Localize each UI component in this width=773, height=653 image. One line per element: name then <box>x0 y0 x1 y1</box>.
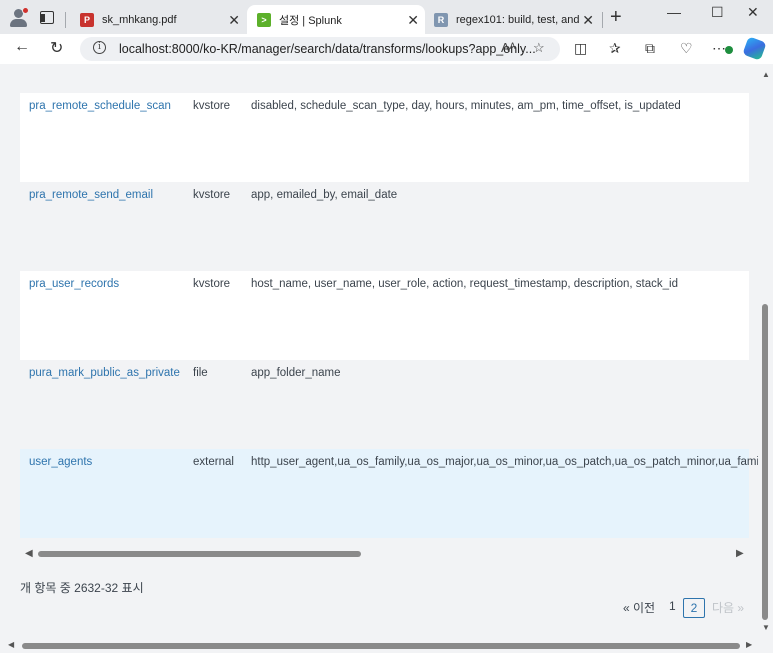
tab-pdf[interactable]: P sk_mhkang.pdf ✕ <box>72 5 246 34</box>
new-tab-button[interactable]: + <box>610 6 622 29</box>
lookup-fields: app_folder_name <box>251 367 341 379</box>
scroll-up-icon[interactable]: ▲ <box>762 70 770 79</box>
browser-tab-strip: P sk_mhkang.pdf ✕ > 설정 | Splunk ✕ R rege… <box>0 0 773 34</box>
tab-title: sk_mhkang.pdf <box>102 13 177 26</box>
tab-actions-icon[interactable] <box>40 11 54 24</box>
update-badge-icon <box>725 46 733 54</box>
lookup-fields: app, emailed_by, email_date <box>251 189 398 201</box>
close-icon[interactable]: ✕ <box>407 12 419 29</box>
close-icon[interactable]: ✕ <box>582 12 594 29</box>
tab-title: 설정 | Splunk <box>279 14 342 27</box>
splunk-icon: > <box>257 12 271 27</box>
prev-page-link[interactable]: « 이전 <box>623 599 655 616</box>
read-aloud-icon[interactable]: Aᴬ <box>501 40 516 55</box>
table-row: pra_remote_schedule_scan kvstore disable… <box>20 93 749 182</box>
regex-icon: R <box>434 12 448 27</box>
lookup-type: external <box>193 456 234 468</box>
scroll-left-icon[interactable]: ◀ <box>25 548 33 559</box>
lookup-fields: host_name, user_name, user_role, action,… <box>251 278 678 290</box>
pdf-icon: P <box>80 12 94 27</box>
copilot-icon[interactable] <box>742 36 767 61</box>
lookup-type: kvstore <box>193 189 231 201</box>
more-options-icon[interactable]: ⋯ <box>712 40 726 57</box>
tab-separator <box>602 12 603 28</box>
lookup-name-link[interactable]: pura_mark_public_as_private <box>29 367 180 379</box>
collections-icon[interactable]: ⧉ <box>645 40 655 57</box>
back-icon[interactable]: ← <box>14 38 30 56</box>
table-row: pura_mark_public_as_private file app_fol… <box>20 360 749 449</box>
url-text[interactable]: localhost:8000/ko-KR/manager/search/data… <box>119 42 536 56</box>
tab-regex101[interactable]: R regex101: build, test, and deb ✕ <box>426 5 600 34</box>
page-2-current[interactable]: 2 <box>683 598 705 618</box>
scroll-right-icon[interactable]: ▶ <box>736 548 744 559</box>
splunk-lookups-page: pra_remote_schedule_scan kvstore disable… <box>0 64 758 638</box>
table-row: pra_user_records kvstore host_name, user… <box>20 271 749 360</box>
page-vertical-scrollbar[interactable]: ▲ ▼ <box>758 64 773 638</box>
lookup-name-link[interactable]: pra_remote_send_email <box>29 189 153 201</box>
lookup-type: kvstore <box>193 100 231 112</box>
next-page-link: 다음 » <box>712 601 745 615</box>
close-window-button[interactable]: ✕ <box>747 4 759 21</box>
scrollbar-thumb[interactable] <box>22 643 740 649</box>
lookups-table: pra_remote_schedule_scan kvstore disable… <box>20 93 758 538</box>
info-icon[interactable]: i <box>93 41 106 54</box>
results-summary: 개 항목 중 2632-32 표시 <box>20 581 144 595</box>
address-bar[interactable]: i localhost:8000/ko-KR/manager/search/da… <box>80 37 560 61</box>
minimize-button[interactable]: — <box>667 4 681 20</box>
maximize-button[interactable]: ☐ <box>711 4 724 21</box>
close-icon[interactable]: ✕ <box>228 12 240 29</box>
favorites-icon[interactable]: ✰ <box>609 40 621 57</box>
favorite-star-icon[interactable]: ☆ <box>533 40 545 56</box>
scrollbar-thumb[interactable] <box>762 304 768 620</box>
scrollbar-thumb[interactable] <box>38 551 361 557</box>
scroll-right-icon[interactable]: ▶ <box>746 640 752 649</box>
browser-essentials-icon[interactable]: ♡ <box>680 40 693 57</box>
table-horizontal-scrollbar[interactable]: ◀ ▶ <box>20 547 749 561</box>
lookup-name-link[interactable]: pra_user_records <box>29 278 119 290</box>
refresh-icon[interactable]: ↻ <box>50 38 63 58</box>
profile-avatar-icon[interactable] <box>8 7 30 29</box>
lookup-fields: http_user_agent,ua_os_family,ua_os_major… <box>251 456 758 468</box>
table-row: user_agents external http_user_agent,ua_… <box>20 449 758 538</box>
tab-splunk-settings[interactable]: > 설정 | Splunk ✕ <box>247 5 425 34</box>
page-1-link[interactable]: 1 <box>669 599 676 613</box>
lookup-type: file <box>193 367 208 379</box>
split-screen-icon[interactable]: ◫ <box>574 40 587 57</box>
table-row: pra_remote_send_email kvstore app, email… <box>20 182 749 271</box>
browser-toolbar: ← ↻ i localhost:8000/ko-KR/manager/searc… <box>0 34 773 64</box>
page-horizontal-scrollbar[interactable]: ◀ ▶ <box>0 638 773 653</box>
lookup-name-link[interactable]: pra_remote_schedule_scan <box>29 100 171 112</box>
scroll-down-icon[interactable]: ▼ <box>762 623 770 632</box>
tab-title: regex101: build, test, and deb <box>456 13 580 26</box>
lookup-fields: disabled, schedule_scan_type, day, hours… <box>251 100 681 112</box>
lookup-type: kvstore <box>193 278 231 290</box>
tab-separator <box>65 12 66 28</box>
lookup-name-link[interactable]: user_agents <box>29 456 92 468</box>
scroll-left-icon[interactable]: ◀ <box>8 640 14 649</box>
